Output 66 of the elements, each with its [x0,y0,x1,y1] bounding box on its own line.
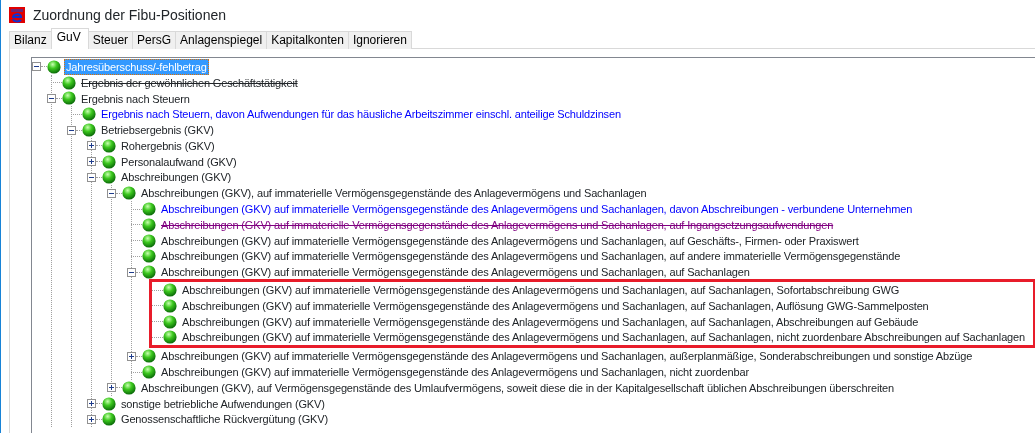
expand-icon[interactable] [87,157,96,167]
collapse-icon[interactable] [67,125,76,135]
tab[interactable]: Anlagenspiegel [175,31,268,49]
status-ball-icon [163,330,177,345]
tree-item[interactable]: Abschreibungen (GKV), auf Vermögensgegenstände des Umlaufvermögens, soweit diese die in der Kapitalgesellschaft üblichen Abschreibungen überschreiten [139,379,896,396]
status-ball-icon [142,265,156,280]
expand-icon[interactable] [87,414,96,424]
status-ball-icon [62,91,76,106]
tree-item[interactable]: Abschreibungen (GKV) auf immaterielle Vermögensgegenstände des Anlagevermögens und Sachanlagen, auf Ingangsetzungsaufwendungen [159,216,836,233]
status-ball-icon [163,314,177,329]
status-ball-icon [102,396,116,411]
status-ball-icon [142,349,156,364]
status-ball-icon [102,412,116,427]
collapse-icon[interactable] [127,267,136,277]
status-ball-icon [142,217,156,232]
status-ball-icon [122,380,136,395]
expand-icon[interactable] [107,383,116,393]
status-ball-icon [163,283,177,298]
expand-icon[interactable] [87,141,96,151]
tree-item[interactable]: Abschreibungen (GKV) auf immaterielle Vermögensgegenstände des Anlagevermögens und Sachanlagen, außerplanmäßige, Sonderabschreibungen und sonstige Abzüge [159,348,975,365]
tab[interactable]: GuV [50,28,89,49]
tree-item[interactable]: Abschreibungen (GKV) auf immaterielle Vermögensgegenstände des Anlagevermögens und Sachanlagen, auf Geschäfts-, Firmen- oder Praxiswert [159,232,861,249]
status-ball-icon [62,75,76,90]
window-title: Zuordnung der Fibu-Positionen [33,5,226,25]
tab[interactable]: Bilanz [9,31,52,49]
tree-item[interactable]: Abschreibungen (GKV) auf immaterielle Vermögensgegenstände des Anlagevermögens und Sachanlagen, auf andere immaterielle Vermögensgegenstände [159,248,903,265]
collapse-icon[interactable] [47,94,56,103]
status-ball-icon [102,170,116,185]
tab[interactable]: Kapitalkonten [266,31,349,49]
status-ball-icon [82,123,96,138]
tab[interactable]: PersG [132,31,177,49]
tree-item[interactable]: Abschreibungen (GKV) auf immaterielle Vermögensgegenstände des Anlagevermögens und Sachanlagen, nicht zuordenbar [159,364,751,381]
tree-item[interactable]: Abschreibungen (GKV) auf immaterielle Vermögensgegenstände des Anlagevermögens und Sachanlagen, auf Sachanlagen, nicht zuordenbare Abschreibungen auf Sachanlagen [180,329,1027,346]
collapse-icon[interactable] [32,62,41,72]
status-ball-icon [102,138,116,153]
tree-item[interactable]: Ergebnis nach Steuern [79,90,192,107]
tree-item[interactable]: Abschreibungen (GKV), auf immaterielle Vermögensgegenstände des Anlagevermögens und Sachanlagen [139,185,649,202]
tree-item[interactable]: Genossenschaftliche Rückvergütung (GKV) [119,411,330,428]
tree-item[interactable]: Abschreibungen (GKV) auf immaterielle Vermögensgegenstände des Anlagevermögens und Sachanlagen, auf Sachanlagen, Abschreibungen auf Gebäude [180,313,921,330]
expand-icon[interactable] [87,399,96,409]
tree-item[interactable]: Abschreibungen (GKV) auf immaterielle Vermögensgegenstände des Anlagevermögens und Sachanlagen, auf Sachanlagen, Sofortabschreibung GWG [180,282,902,299]
tree-item[interactable]: Abschreibungen (GKV) auf immaterielle Vermögensgegenstände des Anlagevermögens und Sachanlagen, davon Abschreibungen - verbundene Unternehmen [159,201,915,218]
app-icon [9,7,25,23]
tree-item[interactable]: Abschreibungen (GKV) [119,169,234,186]
status-ball-icon [102,154,116,169]
status-ball-icon [47,59,61,74]
status-ball-icon [142,202,156,217]
status-ball-icon [142,365,156,380]
status-ball-icon [142,233,156,248]
status-ball-icon [163,298,177,313]
status-ball-icon [82,107,96,122]
tree-item[interactable]: sonstige betriebliche Aufwendungen (GKV) [119,395,327,412]
tab[interactable]: Ignorieren [347,31,412,49]
tree-item[interactable]: Abschreibungen (GKV) auf immaterielle Vermögensgegenstände des Anlagevermögens und Sachanlagen, auf Sachanlagen, Auflösung GWG-Sammelposten [180,297,931,314]
tab[interactable]: Steuer [87,31,134,49]
collapse-icon[interactable] [87,173,96,182]
status-ball-icon [142,249,156,264]
tree-item[interactable]: Personalaufwand (GKV) [119,153,239,170]
tree-item[interactable]: Betriebsergebnis (GKV) [99,122,216,139]
tree-item[interactable]: Ergebnis der gewöhnlichen Geschäftstätigkeit [79,74,300,91]
status-ball-icon [122,186,136,201]
tree-item[interactable]: Ergebnis nach Steuern, davon Aufwendungen für das häusliche Arbeitszimmer einschl. anteilige Schuldzinsen [99,106,623,123]
collapse-icon[interactable] [107,188,116,198]
tree-item[interactable]: Abschreibungen (GKV) auf immaterielle Vermögensgegenstände des Anlagevermögens und Sachanlagen, auf Sachanlagen [159,264,752,281]
tree-item[interactable]: Rohergebnis (GKV) [119,137,217,154]
expand-icon[interactable] [127,351,136,361]
